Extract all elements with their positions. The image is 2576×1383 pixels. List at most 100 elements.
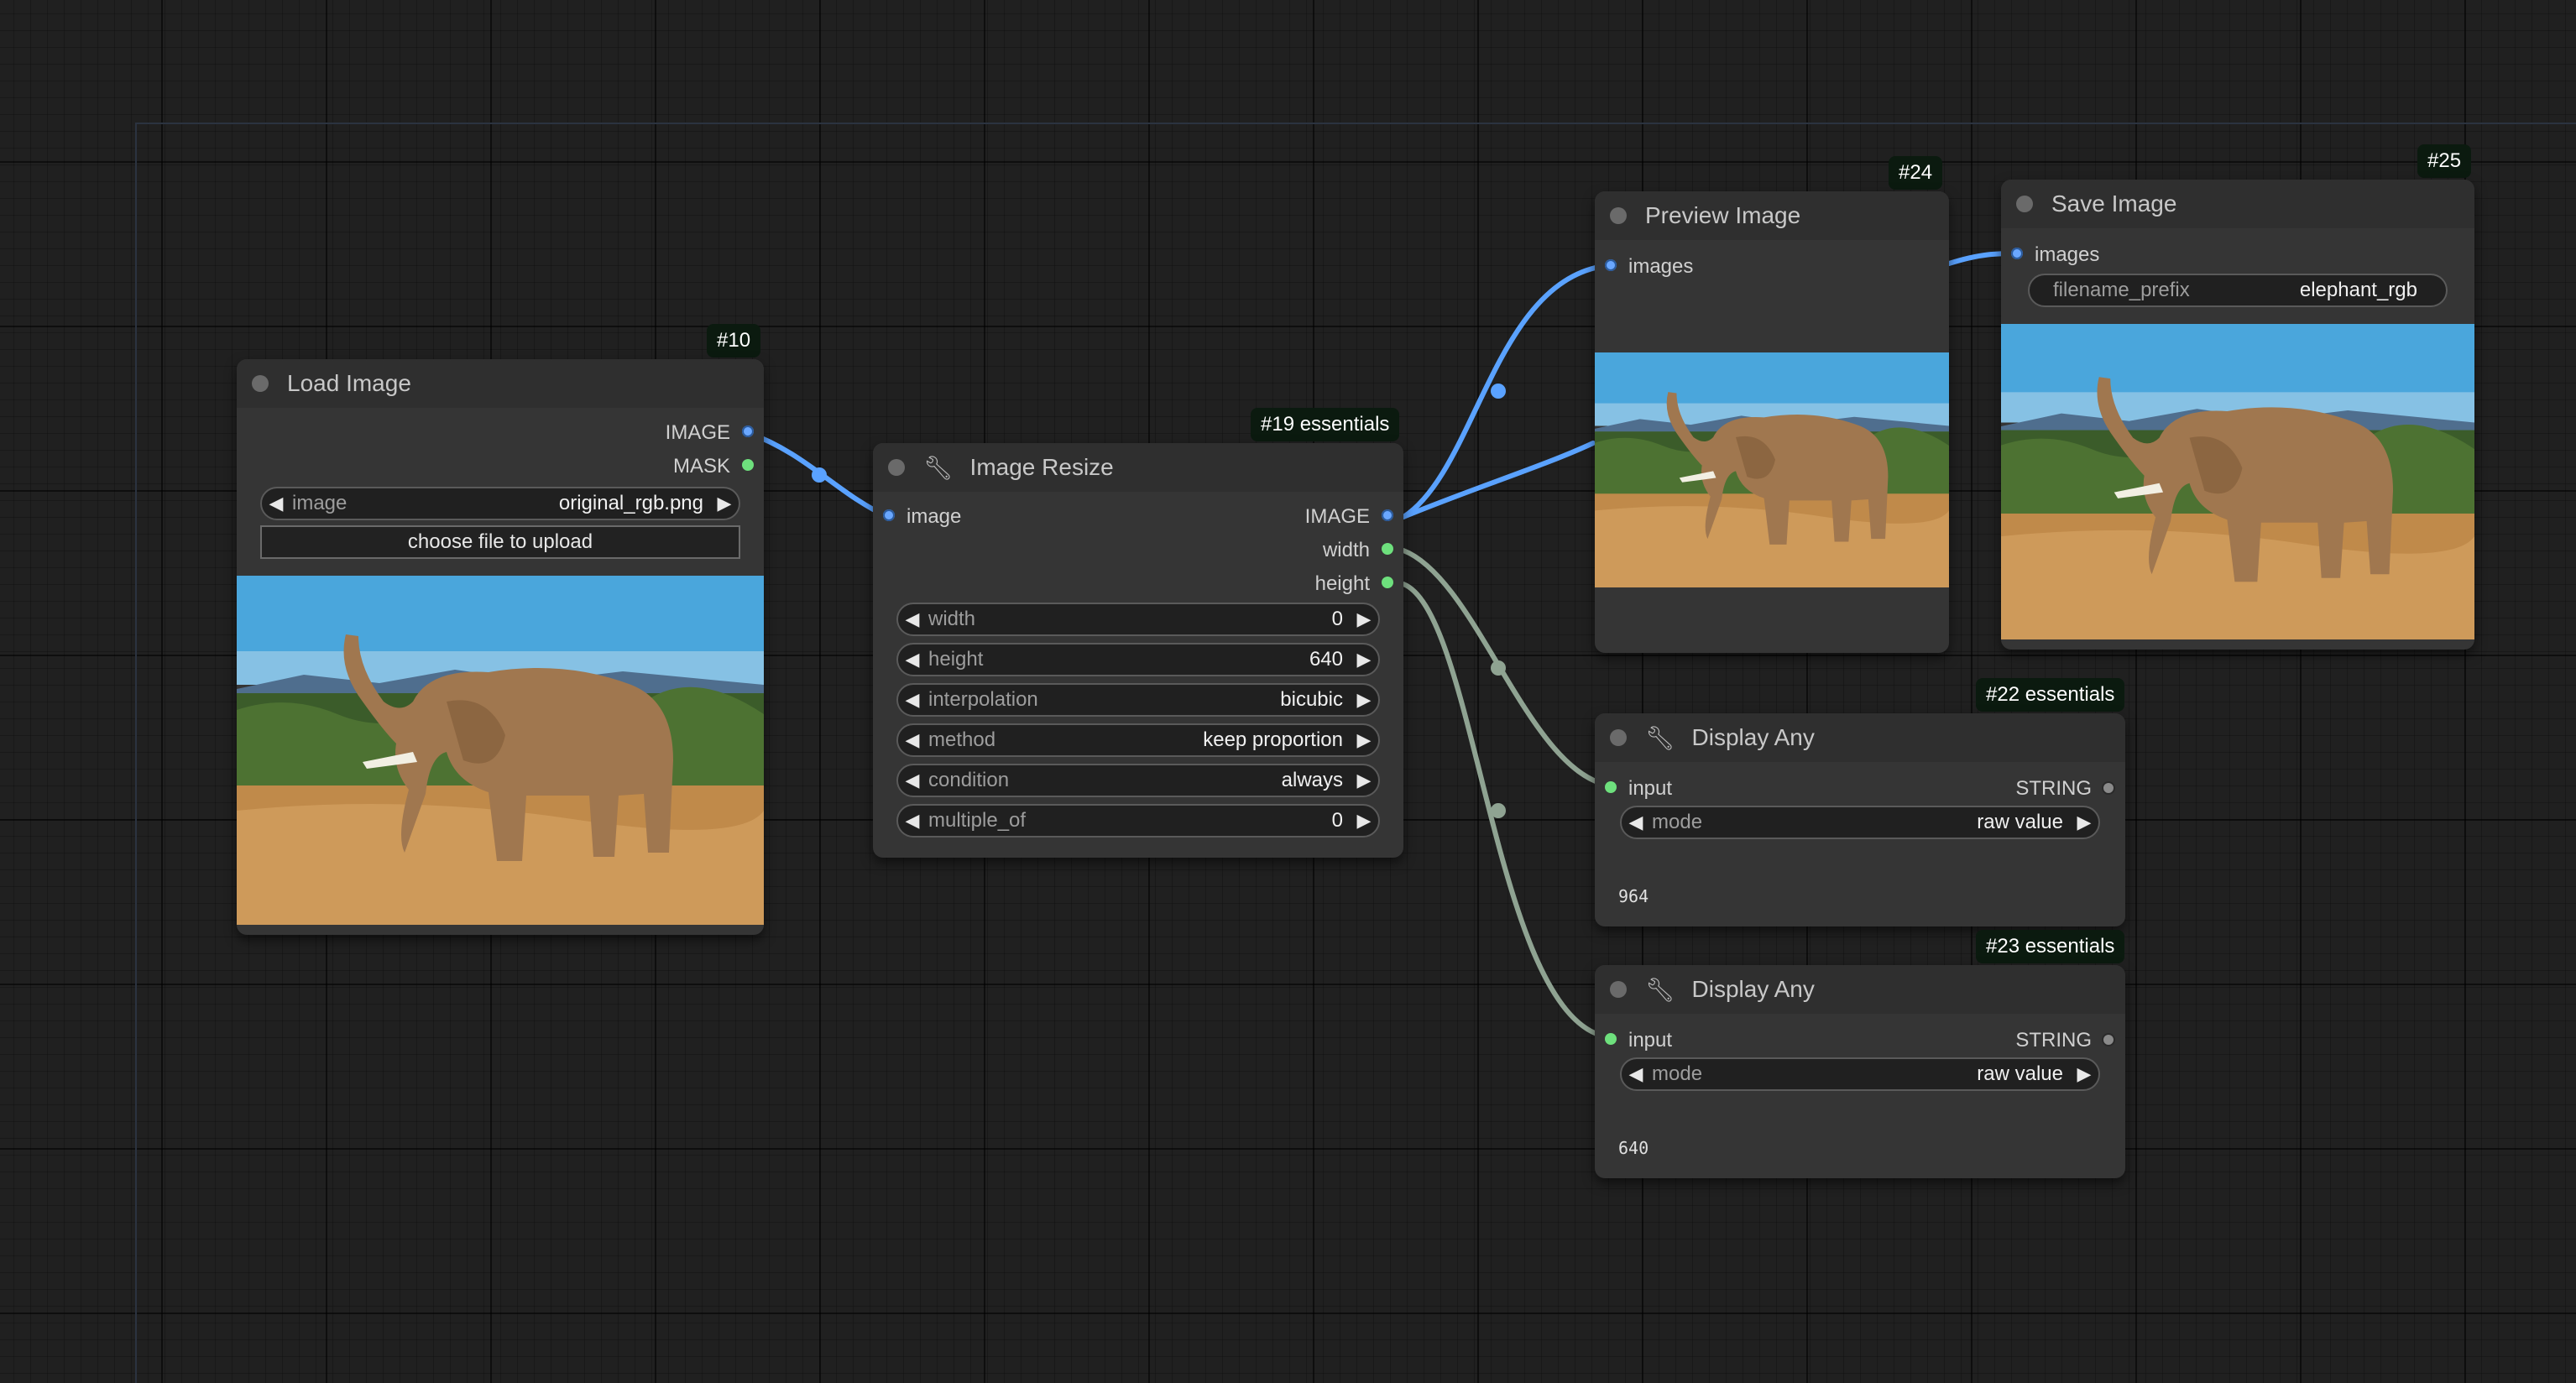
input-label-images: images bbox=[2035, 243, 2100, 266]
widget-label: mode bbox=[1652, 811, 1703, 833]
output-label-width: width bbox=[1322, 539, 1370, 561]
left-arrow-icon[interactable]: ◀ bbox=[898, 608, 927, 630]
width-widget[interactable]: ◀ width 0 ▶ bbox=[896, 603, 1380, 636]
right-arrow-icon[interactable]: ▶ bbox=[1350, 689, 1378, 711]
multiple-of-widget[interactable]: ◀ multiple_of 0 ▶ bbox=[896, 804, 1380, 838]
node-header[interactable]: Save Image bbox=[2001, 180, 2474, 228]
right-arrow-icon[interactable]: ▶ bbox=[2070, 1063, 2098, 1085]
right-arrow-icon[interactable]: ▶ bbox=[710, 493, 739, 514]
output-pin-mask[interactable] bbox=[742, 459, 754, 471]
collapse-dot-icon[interactable] bbox=[1610, 981, 1627, 998]
left-arrow-icon[interactable]: ◀ bbox=[262, 493, 290, 514]
node-badge: #22 essentials bbox=[1976, 678, 2125, 712]
collapse-dot-icon[interactable] bbox=[1610, 729, 1627, 746]
left-arrow-icon[interactable]: ◀ bbox=[898, 810, 927, 832]
left-arrow-icon[interactable]: ◀ bbox=[1622, 1063, 1650, 1085]
wrench-icon: 🔧︎ bbox=[1645, 976, 1675, 1003]
node-badge: #10 bbox=[707, 324, 761, 357]
right-arrow-icon[interactable]: ▶ bbox=[1350, 729, 1378, 751]
widget-value: elephant_rgb bbox=[2299, 279, 2417, 301]
input-label-image: image bbox=[907, 505, 962, 528]
display-result-text: 964 bbox=[1618, 886, 1649, 906]
input-pin-image[interactable] bbox=[883, 509, 895, 521]
upload-button[interactable]: choose file to upload bbox=[260, 525, 740, 559]
widget-label: image bbox=[292, 492, 347, 514]
node-header[interactable]: 🔧︎ Display Any bbox=[1595, 965, 2125, 1014]
right-arrow-icon[interactable]: ▶ bbox=[2070, 812, 2098, 833]
saved-elephant-image bbox=[2001, 324, 2474, 639]
widget-label: condition bbox=[928, 769, 1010, 791]
widget-label: width bbox=[928, 608, 976, 630]
left-arrow-icon[interactable]: ◀ bbox=[898, 689, 927, 711]
node-header[interactable]: Load Image bbox=[237, 359, 764, 408]
image-resize-node[interactable]: 🔧︎ Image Resize image IMAGE width height… bbox=[873, 443, 1403, 858]
node-header[interactable]: Preview Image bbox=[1595, 191, 1949, 240]
display-any-22-node[interactable]: 🔧︎ Display Any input STRING ◀ mode raw v… bbox=[1595, 713, 2125, 926]
method-widget[interactable]: ◀ method keep proportion ▶ bbox=[896, 723, 1380, 757]
output-label-string: STRING bbox=[2015, 1029, 2092, 1052]
node-title: Load Image bbox=[287, 370, 411, 396]
interpolation-widget[interactable]: ◀ interpolation bicubic ▶ bbox=[896, 683, 1380, 717]
height-widget[interactable]: ◀ height 640 ▶ bbox=[896, 643, 1380, 676]
node-header[interactable]: 🔧︎ Image Resize bbox=[873, 443, 1403, 492]
node-badge: #19 essentials bbox=[1251, 408, 1400, 441]
output-pin-width[interactable] bbox=[1382, 543, 1393, 555]
input-label-input: input bbox=[1628, 1029, 1673, 1052]
input-pin-input[interactable] bbox=[1605, 781, 1617, 793]
left-arrow-icon[interactable]: ◀ bbox=[898, 770, 927, 791]
output-label-string: STRING bbox=[2015, 777, 2092, 800]
output-label-height: height bbox=[1314, 572, 1370, 595]
node-title: Display Any bbox=[1691, 976, 1815, 1002]
collapse-dot-icon[interactable] bbox=[2016, 196, 2033, 212]
input-pin-images[interactable] bbox=[2011, 248, 2023, 259]
widget-label: multiple_of bbox=[928, 809, 1027, 832]
image-combo-widget[interactable]: ◀ image original_rgb.png ▶ bbox=[260, 487, 740, 520]
right-arrow-icon[interactable]: ▶ bbox=[1350, 608, 1378, 630]
left-arrow-icon[interactable]: ◀ bbox=[898, 649, 927, 671]
output-pin-string[interactable] bbox=[2102, 781, 2115, 795]
right-arrow-icon[interactable]: ▶ bbox=[1350, 770, 1378, 791]
output-label-image: IMAGE bbox=[665, 421, 730, 444]
left-arrow-icon[interactable]: ◀ bbox=[1622, 812, 1650, 833]
input-pin-images[interactable] bbox=[1605, 259, 1617, 271]
filename-prefix-widget[interactable]: filename_prefix elephant_rgb bbox=[2028, 274, 2448, 307]
output-pin-image[interactable] bbox=[1382, 509, 1393, 521]
collapse-dot-icon[interactable] bbox=[252, 375, 269, 392]
node-title: Image Resize bbox=[969, 454, 1114, 480]
output-pin-image[interactable] bbox=[742, 425, 754, 437]
widget-value: 0 bbox=[1331, 608, 1343, 630]
widget-value: 0 bbox=[1331, 809, 1343, 832]
left-arrow-icon[interactable]: ◀ bbox=[898, 729, 927, 751]
collapse-dot-icon[interactable] bbox=[888, 459, 905, 476]
node-title: Display Any bbox=[1691, 724, 1815, 750]
wrench-icon: 🔧︎ bbox=[1645, 724, 1675, 751]
right-arrow-icon[interactable]: ▶ bbox=[1350, 649, 1378, 671]
condition-widget[interactable]: ◀ condition always ▶ bbox=[896, 764, 1380, 797]
widget-value: always bbox=[1281, 769, 1343, 791]
output-label-mask: MASK bbox=[672, 455, 730, 478]
node-title: Save Image bbox=[2051, 190, 2177, 217]
widget-value: raw value bbox=[1977, 811, 2063, 833]
node-header[interactable]: 🔧︎ Display Any bbox=[1595, 713, 2125, 762]
elephant-image bbox=[237, 576, 764, 925]
node-title: Preview Image bbox=[1645, 202, 1801, 228]
wrench-icon: 🔧︎ bbox=[923, 454, 954, 481]
widget-label: filename_prefix bbox=[2053, 279, 2190, 301]
output-label-image: IMAGE bbox=[1304, 505, 1370, 528]
widget-value: original_rgb.png bbox=[558, 492, 703, 514]
node-badge: #24 bbox=[1889, 156, 1943, 190]
input-label-images: images bbox=[1628, 255, 1694, 278]
right-arrow-icon[interactable]: ▶ bbox=[1350, 810, 1378, 832]
input-label-input: input bbox=[1628, 777, 1673, 800]
mode-widget[interactable]: ◀ mode raw value ▶ bbox=[1620, 806, 2100, 839]
input-pin-input[interactable] bbox=[1605, 1033, 1617, 1045]
widget-value: 640 bbox=[1309, 648, 1343, 671]
collapse-dot-icon[interactable] bbox=[1610, 207, 1627, 224]
load-image-node[interactable]: Load Image IMAGE MASK ◀ image original_r… bbox=[237, 359, 764, 935]
preview-image-node[interactable]: Preview Image images bbox=[1595, 191, 1949, 653]
output-pin-string[interactable] bbox=[2102, 1033, 2115, 1046]
mode-widget[interactable]: ◀ mode raw value ▶ bbox=[1620, 1057, 2100, 1091]
output-pin-height[interactable] bbox=[1382, 577, 1393, 588]
save-image-node[interactable]: Save Image images filename_prefix elepha… bbox=[2001, 180, 2474, 650]
display-any-23-node[interactable]: 🔧︎ Display Any input STRING ◀ mode raw v… bbox=[1595, 965, 2125, 1178]
